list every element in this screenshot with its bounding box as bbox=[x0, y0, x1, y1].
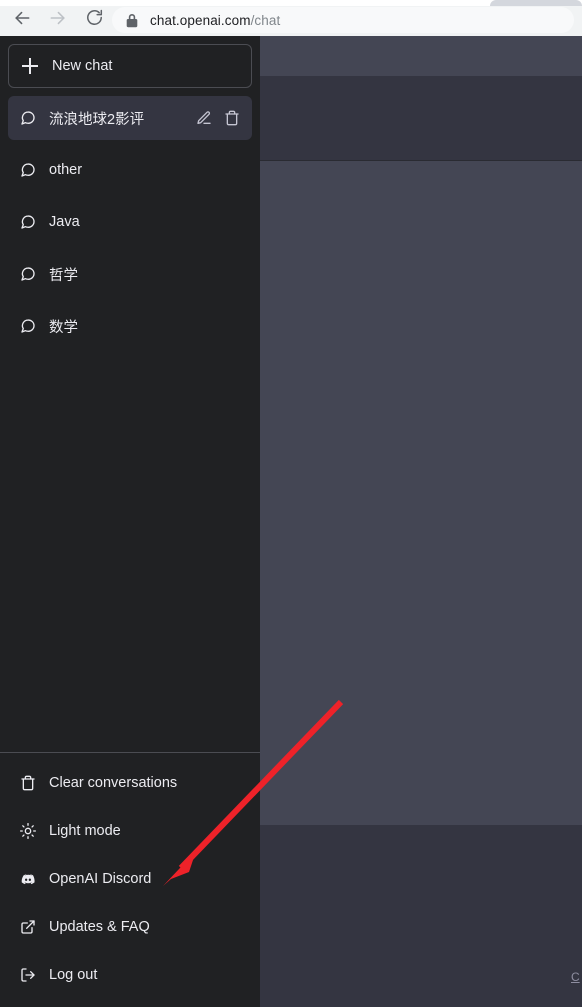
menu-item-clear-conversations[interactable]: Clear conversations bbox=[8, 761, 252, 805]
browser-chrome: chat.openai.com/chat bbox=[0, 0, 582, 36]
sidebar: New chat 流浪地球2影评 other Java 哲学 数学 Clear … bbox=[0, 36, 260, 1007]
menu-item-openai-discord[interactable]: OpenAI Discord bbox=[8, 857, 252, 901]
address-bar[interactable]: chat.openai.com/chat bbox=[112, 7, 574, 33]
sidebar-header: New chat bbox=[0, 36, 260, 96]
conversation-actions bbox=[196, 110, 240, 126]
arrow-right-icon bbox=[48, 8, 68, 33]
conversation-item-3[interactable]: 哲学 bbox=[8, 252, 252, 296]
logout-icon bbox=[20, 967, 36, 983]
page-viewport: C New chat 流浪地球2影评 other Java 哲学 数学 Clea… bbox=[0, 36, 582, 1007]
menu-item-label: Log out bbox=[49, 967, 98, 983]
conversation-item-0[interactable]: 流浪地球2影评 bbox=[8, 96, 252, 140]
message-band bbox=[260, 825, 582, 1007]
footer-link[interactable]: C bbox=[571, 970, 582, 984]
reload-icon bbox=[85, 8, 104, 32]
menu-item-label: Clear conversations bbox=[49, 775, 178, 791]
chat-bubble-icon bbox=[20, 162, 36, 178]
menu-item-label: Light mode bbox=[49, 823, 121, 839]
conversation-pane: C bbox=[260, 36, 582, 1007]
url-text: chat.openai.com/chat bbox=[150, 13, 280, 28]
chat-bubble-icon bbox=[20, 110, 36, 126]
discord-icon bbox=[20, 871, 36, 888]
chat-bubble-icon bbox=[20, 214, 36, 230]
menu-item-label: OpenAI Discord bbox=[49, 871, 152, 887]
lock-icon[interactable] bbox=[126, 13, 138, 28]
tab-stub-active[interactable] bbox=[0, 0, 244, 3]
menu-item-label: Updates & FAQ bbox=[49, 919, 150, 935]
conversation-list: 流浪地球2影评 other Java 哲学 数学 bbox=[0, 96, 260, 752]
conversation-title: Java bbox=[49, 214, 80, 230]
conversation-item-4[interactable]: 数学 bbox=[8, 304, 252, 348]
menu-item-updates-faq[interactable]: Updates & FAQ bbox=[8, 905, 252, 949]
arrow-left-icon bbox=[12, 8, 32, 33]
sidebar-footer-menu: Clear conversations Light mode OpenAI Di… bbox=[0, 752, 260, 1007]
url-host: chat.openai.com bbox=[150, 12, 251, 28]
back-button[interactable] bbox=[8, 6, 36, 34]
plus-icon bbox=[22, 58, 38, 74]
chat-bubble-icon bbox=[20, 318, 36, 334]
conversation-item-1[interactable]: other bbox=[8, 148, 252, 192]
trash-icon bbox=[20, 775, 36, 791]
external-link-icon bbox=[20, 919, 36, 935]
conversation-title: 哲学 bbox=[49, 267, 78, 284]
pencil-icon[interactable] bbox=[196, 110, 212, 126]
message-band bbox=[260, 36, 582, 76]
conversation-title: other bbox=[49, 162, 83, 178]
message-band bbox=[260, 161, 582, 825]
menu-item-light-mode[interactable]: Light mode bbox=[8, 809, 252, 853]
message-band bbox=[260, 76, 582, 160]
conversation-title: 数学 bbox=[49, 319, 78, 336]
forward-button[interactable] bbox=[44, 6, 72, 34]
trash-icon[interactable] bbox=[224, 110, 240, 126]
chat-bubble-icon bbox=[20, 266, 36, 282]
conversation-title: 流浪地球2影评 bbox=[49, 111, 145, 128]
new-chat-button[interactable]: New chat bbox=[8, 44, 252, 88]
new-chat-label: New chat bbox=[52, 58, 113, 74]
url-path: /chat bbox=[250, 12, 281, 28]
reload-button[interactable] bbox=[80, 6, 108, 34]
menu-item-log-out[interactable]: Log out bbox=[8, 953, 252, 997]
conversation-item-2[interactable]: Java bbox=[8, 200, 252, 244]
sun-icon bbox=[20, 823, 36, 839]
